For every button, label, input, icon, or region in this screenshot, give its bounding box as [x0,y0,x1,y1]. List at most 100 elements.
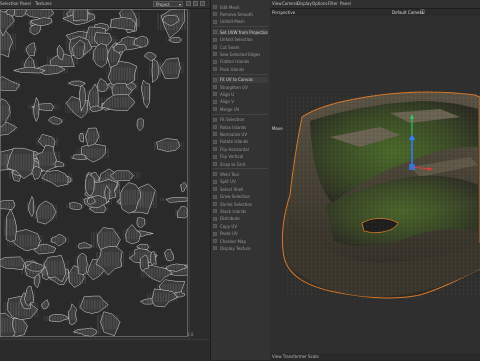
tool-label: Select Shell [220,186,244,192]
tool-item[interactable]: Flip Vertical [213,154,268,160]
settings-icon[interactable] [200,1,205,6]
tool-icon [213,239,217,243]
tool-item[interactable]: Straighten UV [213,84,268,90]
uv-island[interactable] [36,200,57,225]
uv-island[interactable] [93,32,113,46]
tool-item[interactable]: Align V [213,99,268,105]
uv-bottom-strip [0,339,210,361]
tool-icon [213,194,217,199]
tool-label: Copy UV [220,223,238,229]
uv-island[interactable] [72,4,89,22]
uv-island[interactable] [140,79,151,109]
camera-label[interactable]: Default Camera [392,10,424,15]
uv-island[interactable] [143,52,157,61]
uv-island[interactable] [164,248,174,262]
vp-menu-view[interactable]: View [272,1,282,6]
menu-panel[interactable]: Panel [20,1,31,6]
tool-item[interactable]: Remove Smooth [213,11,268,17]
uv-menubar: Selection Panel Textures Project ▾ [0,0,210,9]
uv-island[interactable] [67,303,78,326]
uv-tools-panel: Edit Mesh Remove Smooth Unfold Mesh Set UVW… [210,0,271,360]
tool-item[interactable]: Edit Mesh [213,4,268,10]
tool-label: Shrink Selection [220,201,253,207]
tool-item[interactable]: Unfold Selection [213,37,268,43]
uv-island[interactable] [180,181,187,192]
tool-item[interactable]: Cut Seam [213,44,268,50]
tool-item[interactable]: Align U [213,91,268,97]
tool-icon [213,139,217,144]
tool-separator [213,26,268,28]
vp-menu-panel[interactable]: Panel [340,1,351,6]
camera-menu-icon[interactable]: ◫ [420,9,425,15]
uv-island[interactable] [84,173,95,196]
tool-item[interactable]: Rotate Islands [213,139,268,145]
tool-item[interactable]: Distribute [213,216,268,222]
tool-item[interactable]: Flatten Islands [213,59,268,65]
menu-selection[interactable]: Selection [0,1,18,6]
tool-label: Distribute [220,216,240,222]
uv-island[interactable] [41,170,69,187]
uv-island[interactable] [177,206,188,219]
grid-icon[interactable] [193,1,198,6]
vp-menu-display[interactable]: Display [297,1,312,6]
tool-item[interactable]: Select Shell [213,186,268,192]
uv-island[interactable] [165,197,195,203]
tool-item[interactable]: Set UVW from Projection [213,29,268,36]
zoom-icon[interactable] [186,1,191,6]
viewport-canvas[interactable] [270,17,480,353]
tool-item[interactable]: Fit UV to Canvas [213,76,268,83]
tool-item[interactable]: Split UV [213,179,268,185]
uv-island[interactable] [0,200,16,210]
uv-island[interactable] [54,161,65,168]
tool-item[interactable]: Snap to Grid [213,161,268,167]
project-dropdown[interactable]: Project ▾ [153,1,183,7]
uv-island[interactable] [25,42,36,57]
tool-item[interactable]: Sew Selected Edges [213,51,268,57]
tool-item[interactable]: Stack Islands [213,208,268,214]
tool-item[interactable]: Checker Map [213,238,268,244]
uv-island[interactable] [48,314,70,323]
uv-island[interactable] [85,127,100,147]
tool-icon [213,162,217,166]
tool-item[interactable]: Normalize UV [213,131,268,137]
tool-item[interactable]: Pack Islands [213,66,268,72]
uv-island[interactable] [41,299,50,310]
uv-island[interactable] [78,132,84,143]
tool-label: Merge UV [220,106,240,112]
tool-item[interactable]: Grow Selection [213,194,268,200]
uv-island[interactable] [97,78,109,93]
tool-item[interactable]: Shrink Selection [213,201,268,207]
tool-label: Stack Islands [220,208,247,214]
tool-label: Unfold Mesh [220,19,245,25]
vp-menu-filter[interactable]: Filter [328,1,338,6]
menu-textures[interactable]: Textures [35,1,52,6]
uv-island[interactable] [151,58,160,84]
tool-label: Remove Smooth [220,11,253,17]
tool-item[interactable]: Paste UV [213,231,268,237]
tool-separator [213,168,268,170]
uv-coord-label: 1.0 [187,332,194,337]
tool-item[interactable]: Weld Tool [213,171,268,177]
uv-island[interactable] [125,224,142,245]
uv-island[interactable] [69,202,83,210]
uv-island[interactable] [156,138,181,152]
tool-item[interactable]: Unfold Mesh [213,19,268,25]
tool-label: Cut Seam [220,44,240,50]
uv-island[interactable] [48,116,63,125]
tool-item[interactable]: Merge UV [213,106,268,112]
tool-item[interactable]: Fit Selection [213,117,268,123]
tool-label: Edit Mesh [220,4,240,10]
uv-island-wireframe [0,3,198,339]
tool-item[interactable]: Copy UV [213,223,268,229]
tool-item[interactable]: Relax Islands [213,124,268,130]
tool-item[interactable]: Display Texture [213,245,268,251]
uv-island[interactable] [168,36,182,43]
tool-label: Grow Selection [220,194,251,200]
vp-menu-options[interactable]: Options [312,1,327,6]
uv-island[interactable] [71,154,88,161]
tool-label: Pack Islands [220,66,245,72]
uv-canvas[interactable] [0,3,198,339]
uv-island[interactable] [113,43,128,53]
vp-menu-camera[interactable]: Camera [282,1,298,6]
tool-item[interactable]: Flip Horizontal [213,146,268,152]
